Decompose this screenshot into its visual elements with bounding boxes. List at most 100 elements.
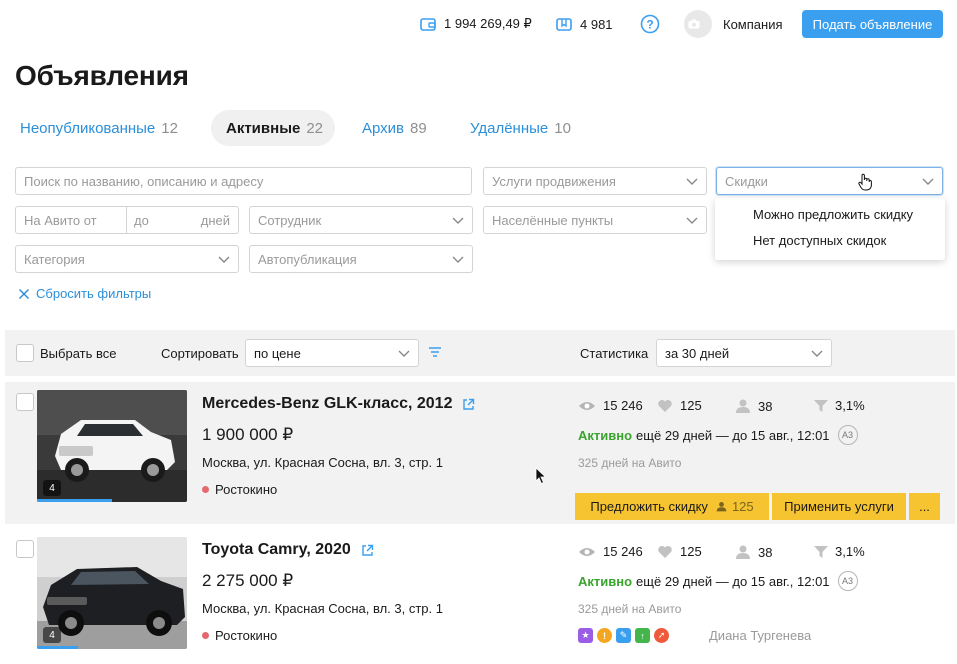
tab-deleted[interactable]: Удалённые 10 xyxy=(470,110,571,146)
photo-progress-bar xyxy=(37,499,112,502)
eye-icon xyxy=(579,547,595,556)
favorites-count: 125 xyxy=(680,544,702,559)
photo-count: 4 xyxy=(43,480,61,496)
photo-progress-bar xyxy=(37,646,78,649)
reset-filters-link[interactable]: Сбросить фильтры xyxy=(18,286,151,301)
paint-service-icon[interactable]: ✎ xyxy=(616,628,631,643)
favorites-count: 125 xyxy=(680,398,702,413)
wallet-balance[interactable]: 1 994 269,49 ₽ xyxy=(420,10,532,38)
page-title: Объявления xyxy=(15,60,189,91)
tab-label: Неопубликованные xyxy=(20,119,156,137)
on-avito-from-placeholder: На Авито от xyxy=(24,212,97,228)
xl-service-icon[interactable]: ★ xyxy=(578,628,593,643)
metro-dot xyxy=(202,632,209,639)
listing-address: Москва, ул. Красная Сосна, вл. 3, стр. 1 xyxy=(202,601,443,616)
dropdown-option[interactable]: Можно предложить скидку xyxy=(753,207,913,222)
tab-label: Активные xyxy=(226,119,301,137)
favorites-stat: 125 xyxy=(657,398,702,413)
heart-icon xyxy=(658,399,672,412)
promo-services-select[interactable]: Услуги продвижения xyxy=(483,167,707,195)
sort-label: Сортировать xyxy=(161,346,239,361)
listing-checkbox[interactable] xyxy=(16,393,34,411)
tab-archive[interactable]: Архив 89 xyxy=(362,110,427,146)
sort-select[interactable]: по цене xyxy=(245,339,419,367)
category-select[interactable]: Категория xyxy=(15,245,239,273)
search-input[interactable]: Поиск по названию, описанию и адресу xyxy=(15,167,472,195)
listing-checkbox[interactable] xyxy=(16,540,34,558)
apply-services-button[interactable]: Применить услуги xyxy=(772,493,906,520)
discounts-select[interactable]: Скидки xyxy=(716,167,943,195)
search-placeholder: Поиск по названию, описанию и адресу xyxy=(24,173,264,189)
select-value: Населённые пункты xyxy=(492,212,614,228)
wallet-amount: 1 994 269,49 ₽ xyxy=(444,16,532,31)
post-ad-button[interactable]: Подать объявление xyxy=(802,10,943,38)
external-link-icon[interactable] xyxy=(361,544,374,557)
views-count: 15 246 xyxy=(603,544,643,559)
listing-photo[interactable]: 4 xyxy=(37,537,187,649)
listing-status: Активно ещё 29 дней — до 15 авг., 12:01 … xyxy=(578,425,858,445)
listing-address: Москва, ул. Красная Сосна, вл. 3, стр. 1 xyxy=(202,455,443,470)
external-link-icon[interactable] xyxy=(462,398,475,411)
funnel-icon xyxy=(814,399,828,412)
conversion-stat: 3,1% xyxy=(814,544,865,559)
days-on-avito: 325 дней на Авито xyxy=(578,602,682,616)
employee-select[interactable]: Сотрудник xyxy=(249,206,473,234)
help-button[interactable]: ? xyxy=(640,10,668,38)
metro-dot xyxy=(202,486,209,493)
listing-title[interactable]: Mercedes-Benz GLK-класс, 2012 xyxy=(202,395,475,413)
highlight-service-icon[interactable]: ! xyxy=(597,628,612,643)
stats-period-select[interactable]: за 30 дней xyxy=(656,339,832,367)
chevron-down-icon xyxy=(686,178,698,185)
divider xyxy=(126,207,127,233)
select-all-checkbox[interactable] xyxy=(16,344,34,362)
assigned-employee: Диана Тургенева xyxy=(709,628,812,643)
listing-price: 2 275 000 ₽ xyxy=(202,571,294,590)
company-name: Компания xyxy=(723,16,783,32)
tab-count: 10 xyxy=(554,119,571,137)
localities-select[interactable]: Населённые пункты xyxy=(483,206,707,234)
tab-count: 89 xyxy=(410,119,427,137)
bonus-balance[interactable]: 4 981 xyxy=(556,10,613,38)
tab-count: 12 xyxy=(161,119,178,137)
select-value: Автопубликация xyxy=(258,251,357,267)
stats-label: Статистика xyxy=(580,346,649,361)
views-stat: 15 246 xyxy=(578,398,643,413)
sort-order-icon[interactable] xyxy=(429,347,441,357)
camera-icon xyxy=(688,19,700,29)
views-stat: 15 246 xyxy=(578,544,643,559)
status-label: Активно xyxy=(578,573,633,589)
favorites-stat: 125 xyxy=(657,544,702,559)
more-actions-button[interactable]: ... xyxy=(909,493,940,520)
listing-title[interactable]: Toyota Camry, 2020 xyxy=(202,541,374,559)
conversion-stat: 3,1% xyxy=(814,398,865,413)
avatar xyxy=(684,10,712,38)
rocket-service-icon[interactable]: ➚ xyxy=(654,628,669,643)
tab-active[interactable]: Активные 22 xyxy=(211,110,335,146)
up-arrow-service-icon[interactable]: ↑ xyxy=(635,628,650,643)
tab-label: Удалённые xyxy=(470,119,549,137)
autopublish-badge: A3 xyxy=(837,571,858,591)
on-avito-range[interactable]: На Авито от до дней xyxy=(15,206,239,234)
select-value: по цене xyxy=(254,345,301,361)
offer-discount-button[interactable]: Предложить скидку 125 xyxy=(575,493,769,520)
company-menu[interactable]: Компания xyxy=(684,10,783,38)
metro-name: Ростокино xyxy=(215,482,278,497)
offer-count: 125 xyxy=(716,499,754,514)
chevron-down-icon xyxy=(811,350,823,357)
offer-count-value: 125 xyxy=(731,499,754,514)
select-value: Сотрудник xyxy=(258,212,322,228)
listing-photo[interactable]: 4 xyxy=(37,390,187,502)
status-text: ещё 29 дней — до 15 авг., 12:01 xyxy=(636,427,830,443)
reset-label: Сбросить фильтры xyxy=(36,286,152,301)
listing-item: 4 Toyota Camry, 2020 2 275 000 ₽ Москва,… xyxy=(5,528,955,664)
svg-text:?: ? xyxy=(646,18,653,32)
days-on-avito: 325 дней на Авито xyxy=(578,456,682,470)
conversion-value: 3,1% xyxy=(835,398,865,413)
status-label: Активно xyxy=(578,427,633,443)
listing-item: 4 Mercedes-Benz GLK-класс, 2012 1 900 00… xyxy=(5,382,955,524)
tab-unpublished[interactable]: Неопубликованные 12 xyxy=(20,110,178,146)
autopublish-select[interactable]: Автопубликация xyxy=(249,245,473,273)
dropdown-option[interactable]: Нет доступных скидок xyxy=(753,233,886,248)
mouse-cursor-icon xyxy=(535,467,547,485)
person-icon xyxy=(736,399,750,413)
